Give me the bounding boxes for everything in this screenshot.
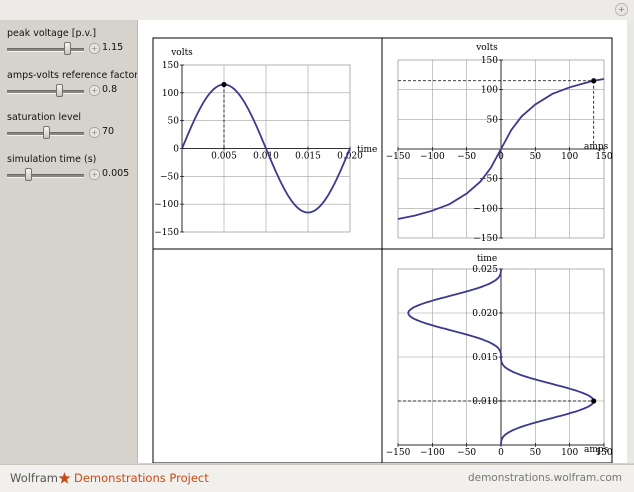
- control-saturation-level: saturation level + 70: [7, 112, 135, 140]
- x-axis-label: time: [357, 145, 377, 155]
- control-amps-volts-factor: amps-volts reference factor + 0.8: [7, 70, 139, 98]
- y-tick-label: 0.015: [472, 353, 498, 363]
- plus-icon[interactable]: +: [89, 85, 100, 96]
- x-tick-label: 100: [561, 152, 578, 162]
- y-tick-label: 50: [487, 115, 499, 125]
- control-value: 0.005: [102, 168, 130, 179]
- x-tick-label: −100: [420, 448, 445, 458]
- x-tick-label: 0.015: [295, 152, 321, 162]
- data-point-marker: [591, 398, 597, 404]
- site-link[interactable]: demonstrations.wolfram.com: [468, 472, 622, 484]
- plot-grid: 0.005 0.010 0.015 0.020 150 100 50 0 −50 −100 −150…: [152, 37, 613, 464]
- x-tick-label: 0: [498, 448, 504, 458]
- y-tick-label: 100: [162, 89, 179, 99]
- y-axis-label: volts: [170, 48, 193, 58]
- control-value: 0.8: [102, 84, 118, 95]
- scroll-edge: [627, 20, 634, 463]
- x-tick-label: −100: [420, 152, 445, 162]
- slider-thumb[interactable]: [64, 42, 72, 55]
- plus-icon[interactable]: +: [89, 43, 100, 54]
- data-point-marker: [221, 81, 227, 88]
- y-tick-label: −100: [154, 200, 179, 210]
- plot-cell-empty: [152, 248, 383, 464]
- expand-icon[interactable]: +: [615, 3, 628, 16]
- plot-cell-voltage: [152, 37, 383, 250]
- y-tick-label: 150: [162, 61, 179, 71]
- brand-demonstrations-project[interactable]: Demonstrations Project: [74, 471, 209, 485]
- slider-thumb[interactable]: [43, 126, 51, 139]
- y-tick-label: 0: [173, 145, 179, 155]
- slider-thumb[interactable]: [56, 84, 63, 97]
- x-tick-label: 50: [530, 152, 542, 162]
- demonstration-window: + peak voltage [p.v.] + 1.15 amps-volts …: [0, 0, 634, 492]
- y-tick-label: −100: [473, 204, 498, 214]
- brand-wolfram[interactable]: Wolfram: [10, 471, 58, 485]
- slider-track[interactable]: [7, 48, 84, 52]
- x-axis-label: amps: [584, 142, 609, 152]
- slider-track[interactable]: [7, 90, 84, 94]
- control-label: simulation time (s): [7, 154, 97, 165]
- y-tick-label: 0.020: [472, 309, 498, 319]
- y-axis-label: volts: [475, 43, 498, 53]
- x-tick-label: 100: [561, 448, 578, 458]
- x-tick-label: 0.010: [253, 152, 279, 162]
- y-axis-label: time: [477, 254, 497, 264]
- y-tick-label: 150: [481, 56, 498, 66]
- title-bar: +: [0, 0, 634, 21]
- slider-track[interactable]: [7, 174, 84, 178]
- x-tick-label: −150: [386, 448, 411, 458]
- x-tick-label: 50: [530, 448, 542, 458]
- control-label: saturation level: [7, 112, 82, 123]
- data-point-marker: [591, 78, 597, 84]
- y-tick-label: −150: [473, 234, 498, 244]
- slider-thumb[interactable]: [24, 168, 32, 181]
- control-value: 70: [102, 126, 115, 137]
- plot-cell-saturation: [381, 37, 613, 250]
- control-label: peak voltage [p.v.]: [7, 28, 97, 39]
- control-peak-voltage: peak voltage [p.v.] + 1.15: [7, 28, 135, 56]
- x-tick-label: 0.005: [211, 152, 237, 162]
- plot-area: 0.005 0.010 0.015 0.020 150 100 50 0 −50 −100 −150…: [137, 20, 628, 464]
- control-simulation-time: simulation time (s) + 0.005: [7, 154, 135, 182]
- x-tick-label: −150: [386, 152, 411, 162]
- footer-bar: Wolfram Demonstrations Project demonstra…: [0, 464, 634, 492]
- x-tick-label: −50: [457, 448, 476, 458]
- y-tick-label: −50: [160, 172, 179, 182]
- x-tick-label: −50: [457, 152, 476, 162]
- y-tick-label: 100: [481, 86, 498, 96]
- control-value: 1.15: [102, 42, 124, 53]
- y-tick-label: 50: [168, 117, 180, 127]
- control-panel: peak voltage [p.v.] + 1.15 amps-volts re…: [0, 20, 139, 464]
- plus-icon[interactable]: +: [89, 127, 100, 138]
- y-tick-label: −150: [154, 228, 179, 238]
- y-tick-label: 0.025: [472, 265, 498, 275]
- y-tick-label: 0.010: [472, 397, 498, 407]
- x-axis-label: amps: [584, 445, 609, 455]
- spikey-logo-icon: [58, 472, 71, 484]
- control-label: amps-volts reference factor: [7, 70, 139, 81]
- x-tick-label: 150: [595, 152, 612, 162]
- plus-icon[interactable]: +: [89, 169, 100, 180]
